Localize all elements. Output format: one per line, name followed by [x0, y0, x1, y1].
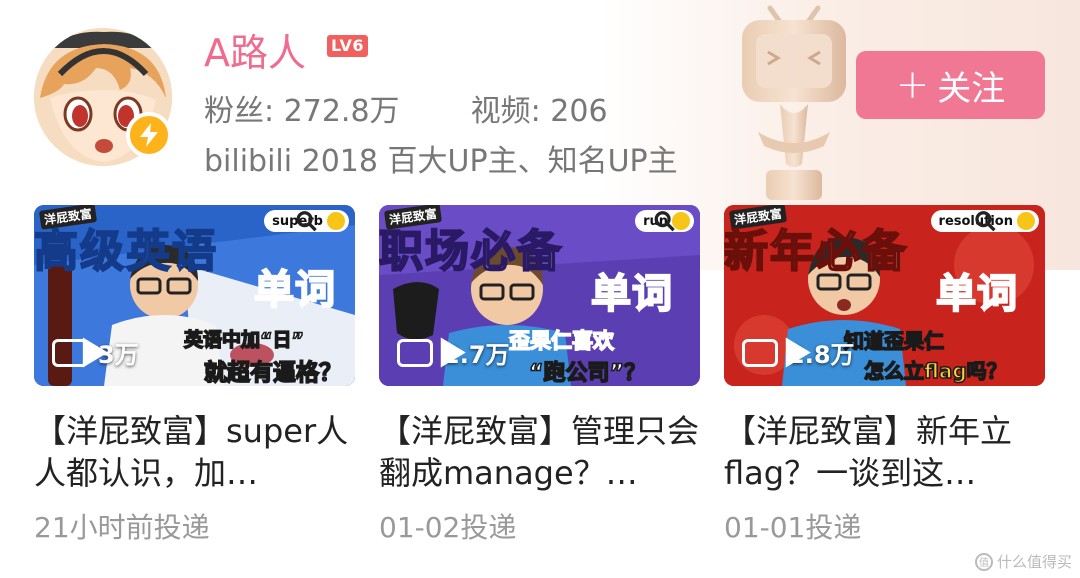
- thumb-sub-text-1: 歪果仁喜欢: [508, 328, 615, 354]
- user-name[interactable]: A路人: [204, 22, 306, 77]
- thumb-big-text: 单词: [935, 270, 1018, 318]
- view-count: 2.8万: [742, 335, 855, 370]
- video-title[interactable]: 【洋屁致富】新年立flag？一谈到这…: [724, 410, 1045, 494]
- thumb-big-text: 单词: [253, 266, 336, 314]
- play-icon: [397, 337, 466, 368]
- video-time: 21小时前投递: [34, 511, 210, 544]
- watermark-logo-icon: 值: [974, 552, 993, 571]
- follow-button[interactable]: + 关注: [856, 51, 1045, 119]
- thumb-sub-text-1: 知道歪果仁: [843, 328, 945, 354]
- search-icon: [654, 211, 690, 232]
- keyword-tag: run: [635, 210, 694, 232]
- stats-row: 粉丝: 272.8万 视频: 206: [204, 86, 608, 130]
- search-icon: [974, 211, 1035, 232]
- thumb-sub-text-2: “跑公司”？: [528, 360, 646, 386]
- video-thumbnail[interactable]: 洋屁致富 新年必备 resolution 单词 知道歪果仁 怎么立flag吗？ …: [724, 205, 1045, 386]
- fans-label: 粉丝:: [204, 94, 275, 129]
- verified-badge: [126, 112, 172, 158]
- thumb-sub-text-2: 怎么立flag吗？: [863, 358, 1007, 384]
- thumb-top-text: 职场必备: [379, 225, 563, 278]
- user-description: bilibili 2018 百大UP主、知名UP主: [204, 144, 678, 179]
- follow-label: 关注: [937, 68, 1006, 109]
- video-thumbnail[interactable]: 洋屁致富 高级英语 superb 单词 英语中加“日” 就超有逼格？ 3万: [34, 205, 355, 386]
- view-count: 2.7万: [397, 335, 510, 370]
- videos-label: 视频:: [470, 94, 541, 129]
- video-card[interactable]: 洋屁致富 高级英语 superb 单词 英语中加“日” 就超有逼格？ 3万 【洋…: [34, 205, 355, 546]
- watermark: 值 什么值得买: [974, 551, 1072, 572]
- video-card[interactable]: 洋屁致富 新年必备 resolution 单词 知道歪果仁 怎么立flag吗？ …: [724, 205, 1045, 546]
- videos-value: 206: [550, 94, 608, 129]
- play-icon: [52, 337, 108, 368]
- video-title[interactable]: 【洋屁致富】管理只会翻成manage？…: [379, 410, 700, 494]
- video-card[interactable]: 洋屁致富 职场必备 run 单词 歪果仁喜欢 “跑公司”？ 2.7万 【洋屁致富…: [379, 205, 700, 546]
- view-count: 3万: [52, 335, 139, 370]
- keyword-tag: superb: [264, 210, 349, 232]
- thumb-sub-text-1: 英语中加“日”: [183, 328, 304, 352]
- watermark-text: 什么值得买: [996, 553, 1072, 571]
- trophy-icon: [742, 5, 846, 200]
- thumb-sub-text-2: 就超有逼格？: [203, 359, 343, 386]
- video-thumbnail[interactable]: 洋屁致富 职场必备 run 单词 歪果仁喜欢 “跑公司”？ 2.7万: [379, 205, 700, 386]
- play-icon: [742, 337, 811, 368]
- thumb-top-text: 新年必备: [724, 225, 908, 278]
- lightning-icon: [140, 123, 158, 147]
- video-title[interactable]: 【洋屁致富】super人人都认识，加…: [34, 410, 355, 494]
- level-badge: LV6: [327, 35, 369, 57]
- thumb-top-text: 高级英语: [34, 225, 218, 278]
- keyword-tag: resolution: [930, 210, 1039, 232]
- video-time: 01-01投递: [724, 511, 862, 544]
- plus-icon: +: [895, 62, 930, 108]
- thumb-big-text: 单词: [590, 270, 673, 318]
- video-time: 01-02投递: [379, 511, 517, 544]
- search-icon: [296, 211, 345, 232]
- fans-value: 272.8万: [283, 94, 400, 129]
